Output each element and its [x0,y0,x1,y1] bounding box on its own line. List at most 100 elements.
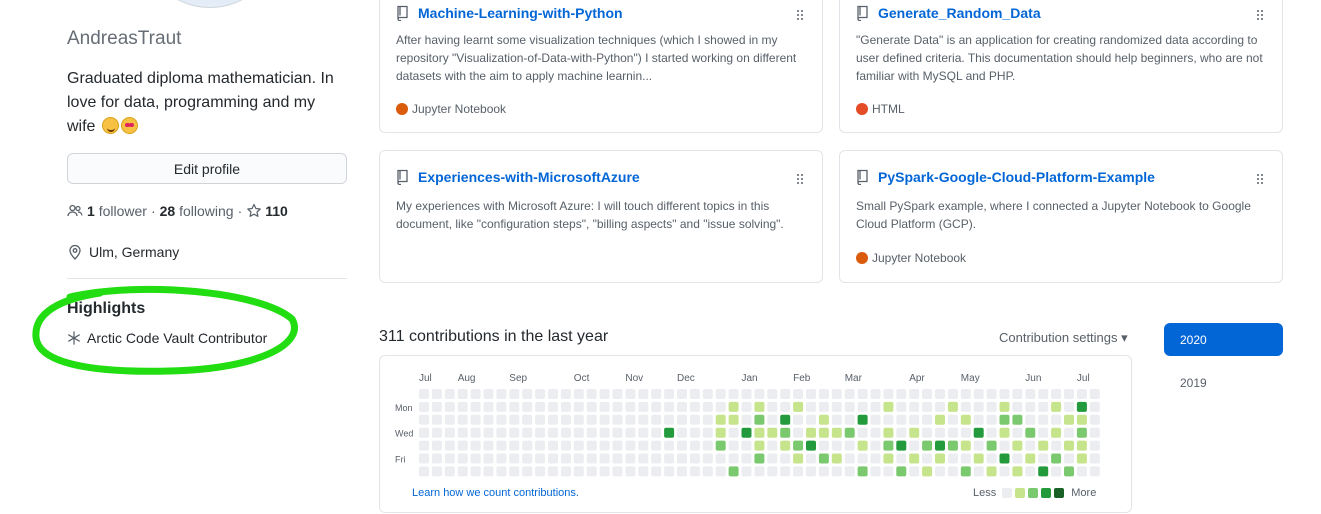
contribution-day-cell[interactable] [496,401,507,412]
contribution-day-cell[interactable] [509,453,520,464]
contribution-day-cell[interactable] [947,401,958,412]
contribution-day-cell[interactable] [1076,440,1087,451]
contribution-day-cell[interactable] [1051,466,1062,477]
contribution-day-cell[interactable] [702,401,713,412]
contribution-day-cell[interactable] [754,389,765,399]
contribution-day-cell[interactable] [1064,466,1074,477]
contribution-day-cell[interactable] [715,427,726,438]
contribution-day-cell[interactable] [612,401,623,412]
contribution-day-cell[interactable] [986,401,997,412]
contribution-day-cell[interactable] [896,453,907,464]
contribution-day-cell[interactable] [444,401,455,412]
contribution-day-cell[interactable] [728,401,739,412]
contribution-day-cell[interactable] [483,453,494,464]
contribution-day-cell[interactable] [431,401,442,412]
contribution-day-cell[interactable] [651,453,662,464]
contribution-day-cell[interactable] [483,466,494,477]
contribution-day-cell[interactable] [599,427,610,438]
contribution-day-cell[interactable] [509,440,520,451]
contribution-day-cell[interactable] [806,389,816,399]
contribution-day-cell[interactable] [1089,389,1100,399]
contribution-day-cell[interactable] [806,466,816,477]
contribution-day-cell[interactable] [496,453,507,464]
contribution-day-cell[interactable] [625,453,636,464]
contribution-day-cell[interactable] [1076,466,1087,477]
contribution-day-cell[interactable] [586,453,597,464]
stars-link[interactable]: 110 [246,203,288,219]
contribution-day-cell[interactable] [999,389,1010,399]
contribution-day-cell[interactable] [509,466,520,477]
contribution-day-cell[interactable] [419,453,429,464]
contribution-day-cell[interactable] [664,389,675,399]
contribution-day-cell[interactable] [702,427,713,438]
contribution-day-cell[interactable] [1051,453,1062,464]
contribution-day-cell[interactable] [935,427,945,438]
contribution-day-cell[interactable] [973,401,984,412]
contribution-day-cell[interactable] [1064,440,1074,451]
contribution-day-cell[interactable] [767,401,778,412]
contribution-day-cell[interactable] [818,389,829,399]
repo-name-link[interactable]: Machine-Learning-with-Python [418,5,623,21]
contribution-day-cell[interactable] [1038,440,1049,451]
contribution-day-cell[interactable] [483,414,494,425]
contribution-day-cell[interactable] [509,389,520,399]
contribution-day-cell[interactable] [509,414,520,425]
contribution-day-cell[interactable] [419,401,429,412]
following-link[interactable]: 28 following [160,203,234,219]
contribution-day-cell[interactable] [870,427,881,438]
contribution-day-cell[interactable] [689,440,700,451]
contribution-day-cell[interactable] [586,427,597,438]
contribution-day-cell[interactable] [947,453,958,464]
contribution-day-cell[interactable] [638,414,649,425]
contribution-day-cell[interactable] [457,401,468,412]
contribution-day-cell[interactable] [922,440,933,451]
contribution-day-cell[interactable] [806,453,816,464]
contribution-day-cell[interactable] [419,389,429,399]
contribution-day-cell[interactable] [767,440,778,451]
contribution-day-cell[interactable] [986,427,997,438]
contribution-day-cell[interactable] [586,401,597,412]
contribution-day-cell[interactable] [522,427,533,438]
contribution-day-cell[interactable] [715,414,726,425]
contribution-day-cell[interactable] [560,466,571,477]
contribution-day-cell[interactable] [651,427,662,438]
contribution-day-cell[interactable] [999,453,1010,464]
contribution-day-cell[interactable] [457,414,468,425]
contribution-day-cell[interactable] [1089,401,1100,412]
contribution-day-cell[interactable] [586,414,597,425]
contribution-day-cell[interactable] [509,427,520,438]
contribution-day-cell[interactable] [896,466,907,477]
contribution-day-cell[interactable] [457,466,468,477]
contribution-day-cell[interactable] [986,389,997,399]
contribution-day-cell[interactable] [922,414,933,425]
contribution-day-cell[interactable] [844,427,855,438]
contribution-day-cell[interactable] [1025,466,1036,477]
contribution-day-cell[interactable] [857,466,868,477]
contribution-day-cell[interactable] [1012,427,1023,438]
contribution-day-cell[interactable] [535,440,546,451]
contribution-day-cell[interactable] [651,440,662,451]
contribution-day-cell[interactable] [431,427,442,438]
contribution-day-cell[interactable] [625,401,636,412]
contribution-day-cell[interactable] [677,466,687,477]
contribution-day-cell[interactable] [780,414,791,425]
contribution-day-cell[interactable] [702,389,713,399]
contribution-day-cell[interactable] [457,389,468,399]
contribution-day-cell[interactable] [535,389,546,399]
contribution-day-cell[interactable] [1038,427,1049,438]
contribution-day-cell[interactable] [947,427,958,438]
contribution-day-cell[interactable] [612,466,623,477]
contribution-day-cell[interactable] [651,389,662,399]
contribution-day-cell[interactable] [831,466,842,477]
contribution-day-cell[interactable] [470,427,481,438]
contribution-day-cell[interactable] [677,414,687,425]
contribution-day-cell[interactable] [483,401,494,412]
contribution-day-cell[interactable] [664,466,675,477]
contribution-day-cell[interactable] [573,427,584,438]
contribution-day-cell[interactable] [909,466,920,477]
contribution-day-cell[interactable] [1038,414,1049,425]
contribution-day-cell[interactable] [754,414,765,425]
contribution-day-cell[interactable] [947,414,958,425]
contribution-day-cell[interactable] [831,440,842,451]
contribution-day-cell[interactable] [793,453,804,464]
